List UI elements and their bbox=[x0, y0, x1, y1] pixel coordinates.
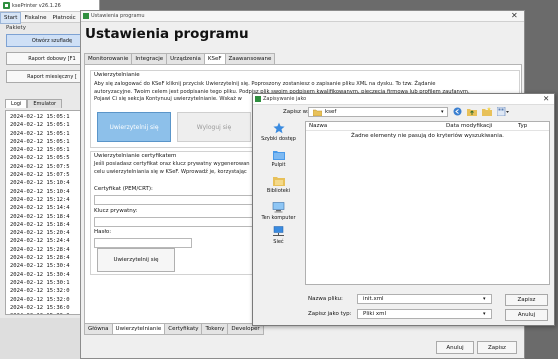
chevron-down-icon: ▾ bbox=[483, 311, 486, 317]
tab-zaawansowane[interactable]: Zaawansowane bbox=[224, 53, 276, 64]
chevron-down-icon[interactable]: ▾ bbox=[483, 296, 486, 302]
save-in-value: ksef bbox=[325, 109, 337, 115]
dialog-titlebar: Zapisywanie jako ✕ bbox=[253, 94, 554, 105]
menu-fiskalne[interactable]: Fiskalne bbox=[21, 13, 49, 23]
password-input[interactable] bbox=[94, 238, 192, 248]
star-icon bbox=[256, 122, 301, 134]
place-label: Biblioteki bbox=[266, 188, 291, 194]
tab-monitorowanie[interactable]: Monitorowanie bbox=[84, 53, 133, 64]
filename-input[interactable]: init.xml ▾ bbox=[357, 294, 492, 304]
dialog-title: Zapisywanie jako bbox=[263, 96, 307, 102]
cert-group-legend: Uwierzytelnianie certyfikatem bbox=[94, 153, 177, 159]
file-list-header: Nazwa Data modyfikacji Typ bbox=[306, 122, 549, 131]
auth-desc-line-1: Aby się zalogować do KSeF kliknij przyci… bbox=[94, 81, 436, 87]
filename-label: Nazwa pliku: bbox=[308, 296, 343, 302]
save-in-label: Zapisz w: bbox=[283, 109, 309, 115]
app-title: ksePrinter v26.1.26 bbox=[12, 3, 61, 9]
settings-window-title: Ustawienia programu bbox=[91, 13, 145, 19]
dialog-save-button[interactable]: Zapisz bbox=[505, 294, 548, 306]
password-label: Hasło: bbox=[94, 229, 112, 235]
menu-start[interactable]: Start bbox=[0, 12, 22, 24]
place-libraries[interactable]: Biblioteki bbox=[256, 175, 301, 194]
empty-message: Żadne elementy nie pasują do kryteriów w… bbox=[351, 133, 504, 139]
file-list[interactable]: Nazwa Data modyfikacji Typ Żadne element… bbox=[305, 121, 550, 285]
tab-integracje[interactable]: Integracje bbox=[131, 53, 168, 64]
new-folder-icon[interactable] bbox=[481, 107, 492, 116]
settings-titlebar: Ustawienia programu ✕ bbox=[81, 11, 524, 22]
network-icon bbox=[256, 226, 301, 237]
tab-certyfikaty[interactable]: Certyfikaty bbox=[164, 324, 203, 335]
tab-glowna[interactable]: Główna bbox=[84, 324, 113, 335]
desktop-folder-icon bbox=[256, 149, 301, 160]
log-tabs: Logi Emulator bbox=[5, 99, 63, 110]
folder-icon bbox=[313, 109, 322, 116]
authenticate-button[interactable]: Uwierzytelnij się bbox=[97, 112, 171, 142]
private-key-label: Klucz prywatny: bbox=[94, 208, 138, 214]
tab-urzadzenia[interactable]: Urządzenia bbox=[166, 53, 205, 64]
private-key-input[interactable] bbox=[94, 217, 254, 227]
auth-group-legend: Uwierzytelnianie bbox=[94, 72, 140, 78]
logout-button[interactable]: Wyloguj się bbox=[177, 112, 251, 142]
app-logo-icon bbox=[3, 2, 10, 9]
view-menu-icon[interactable] bbox=[496, 107, 509, 116]
filetype-dropdown[interactable]: Pliki xml ▾ bbox=[357, 309, 492, 319]
filetype-value: Pliki xml bbox=[363, 311, 386, 317]
dialog-toolbar bbox=[453, 107, 512, 116]
menu-platnosci[interactable]: Płatnośc bbox=[49, 13, 78, 23]
cert-label: Certyfikat (PEM/CRT): bbox=[94, 186, 153, 192]
save-in-dropdown[interactable]: ksef ▾ bbox=[308, 107, 448, 117]
column-date-modified[interactable]: Data modyfikacji bbox=[446, 123, 492, 129]
cert-input[interactable] bbox=[94, 195, 254, 205]
place-label: Sieć bbox=[273, 239, 284, 245]
cert-authenticate-button[interactable]: Uwierzytelnij się bbox=[97, 248, 175, 272]
column-name[interactable]: Nazwa bbox=[309, 123, 327, 129]
place-desktop[interactable]: Pulpit bbox=[256, 149, 301, 168]
save-button[interactable]: Zapisz bbox=[477, 341, 517, 354]
dialog-app-icon bbox=[255, 96, 261, 102]
pakiety-label: Pakiety bbox=[6, 25, 26, 31]
cancel-button[interactable]: Anuluj bbox=[436, 341, 474, 354]
tab-emulator[interactable]: Emulator bbox=[27, 99, 63, 108]
place-this-pc[interactable]: Ten komputer bbox=[256, 202, 301, 221]
tab-logi[interactable]: Logi bbox=[5, 99, 28, 108]
page-title: Ustawienia programu bbox=[85, 26, 249, 42]
filename-value: init.xml bbox=[363, 296, 384, 302]
settings-window-icon bbox=[83, 13, 89, 19]
up-folder-icon[interactable] bbox=[466, 107, 477, 116]
libraries-icon bbox=[256, 175, 301, 186]
settings-bottom-tabs: Główna Uwierzytelnianie Certyfikaty Tokeny D… bbox=[84, 324, 264, 335]
place-quick-access[interactable]: Szybki dostęp bbox=[256, 122, 301, 142]
chevron-down-icon: ▾ bbox=[441, 109, 444, 115]
place-label: Szybki dostęp bbox=[261, 136, 296, 142]
tab-tokeny[interactable]: Tokeny bbox=[201, 324, 229, 335]
close-icon[interactable]: ✕ bbox=[511, 11, 518, 20]
place-label: Pulpit bbox=[271, 162, 286, 168]
save-as-dialog: Zapisywanie jako ✕ Zapisz w: ksef ▾ Szyb… bbox=[252, 93, 555, 326]
computer-icon bbox=[256, 202, 301, 213]
tab-uwierzytelnianie[interactable]: Uwierzytelnianie bbox=[111, 324, 166, 335]
dialog-cancel-button[interactable]: Anuluj bbox=[505, 309, 548, 321]
back-icon[interactable] bbox=[453, 107, 462, 116]
close-icon[interactable]: ✕ bbox=[543, 94, 549, 103]
place-network[interactable]: Sieć bbox=[256, 226, 301, 245]
place-label: Ten komputer bbox=[261, 215, 296, 221]
places-bar: Szybki dostęp Pulpit Biblioteki Ten komp… bbox=[256, 122, 301, 250]
filetype-label: Zapisz jako typ: bbox=[308, 311, 352, 317]
column-type[interactable]: Typ bbox=[518, 123, 527, 129]
